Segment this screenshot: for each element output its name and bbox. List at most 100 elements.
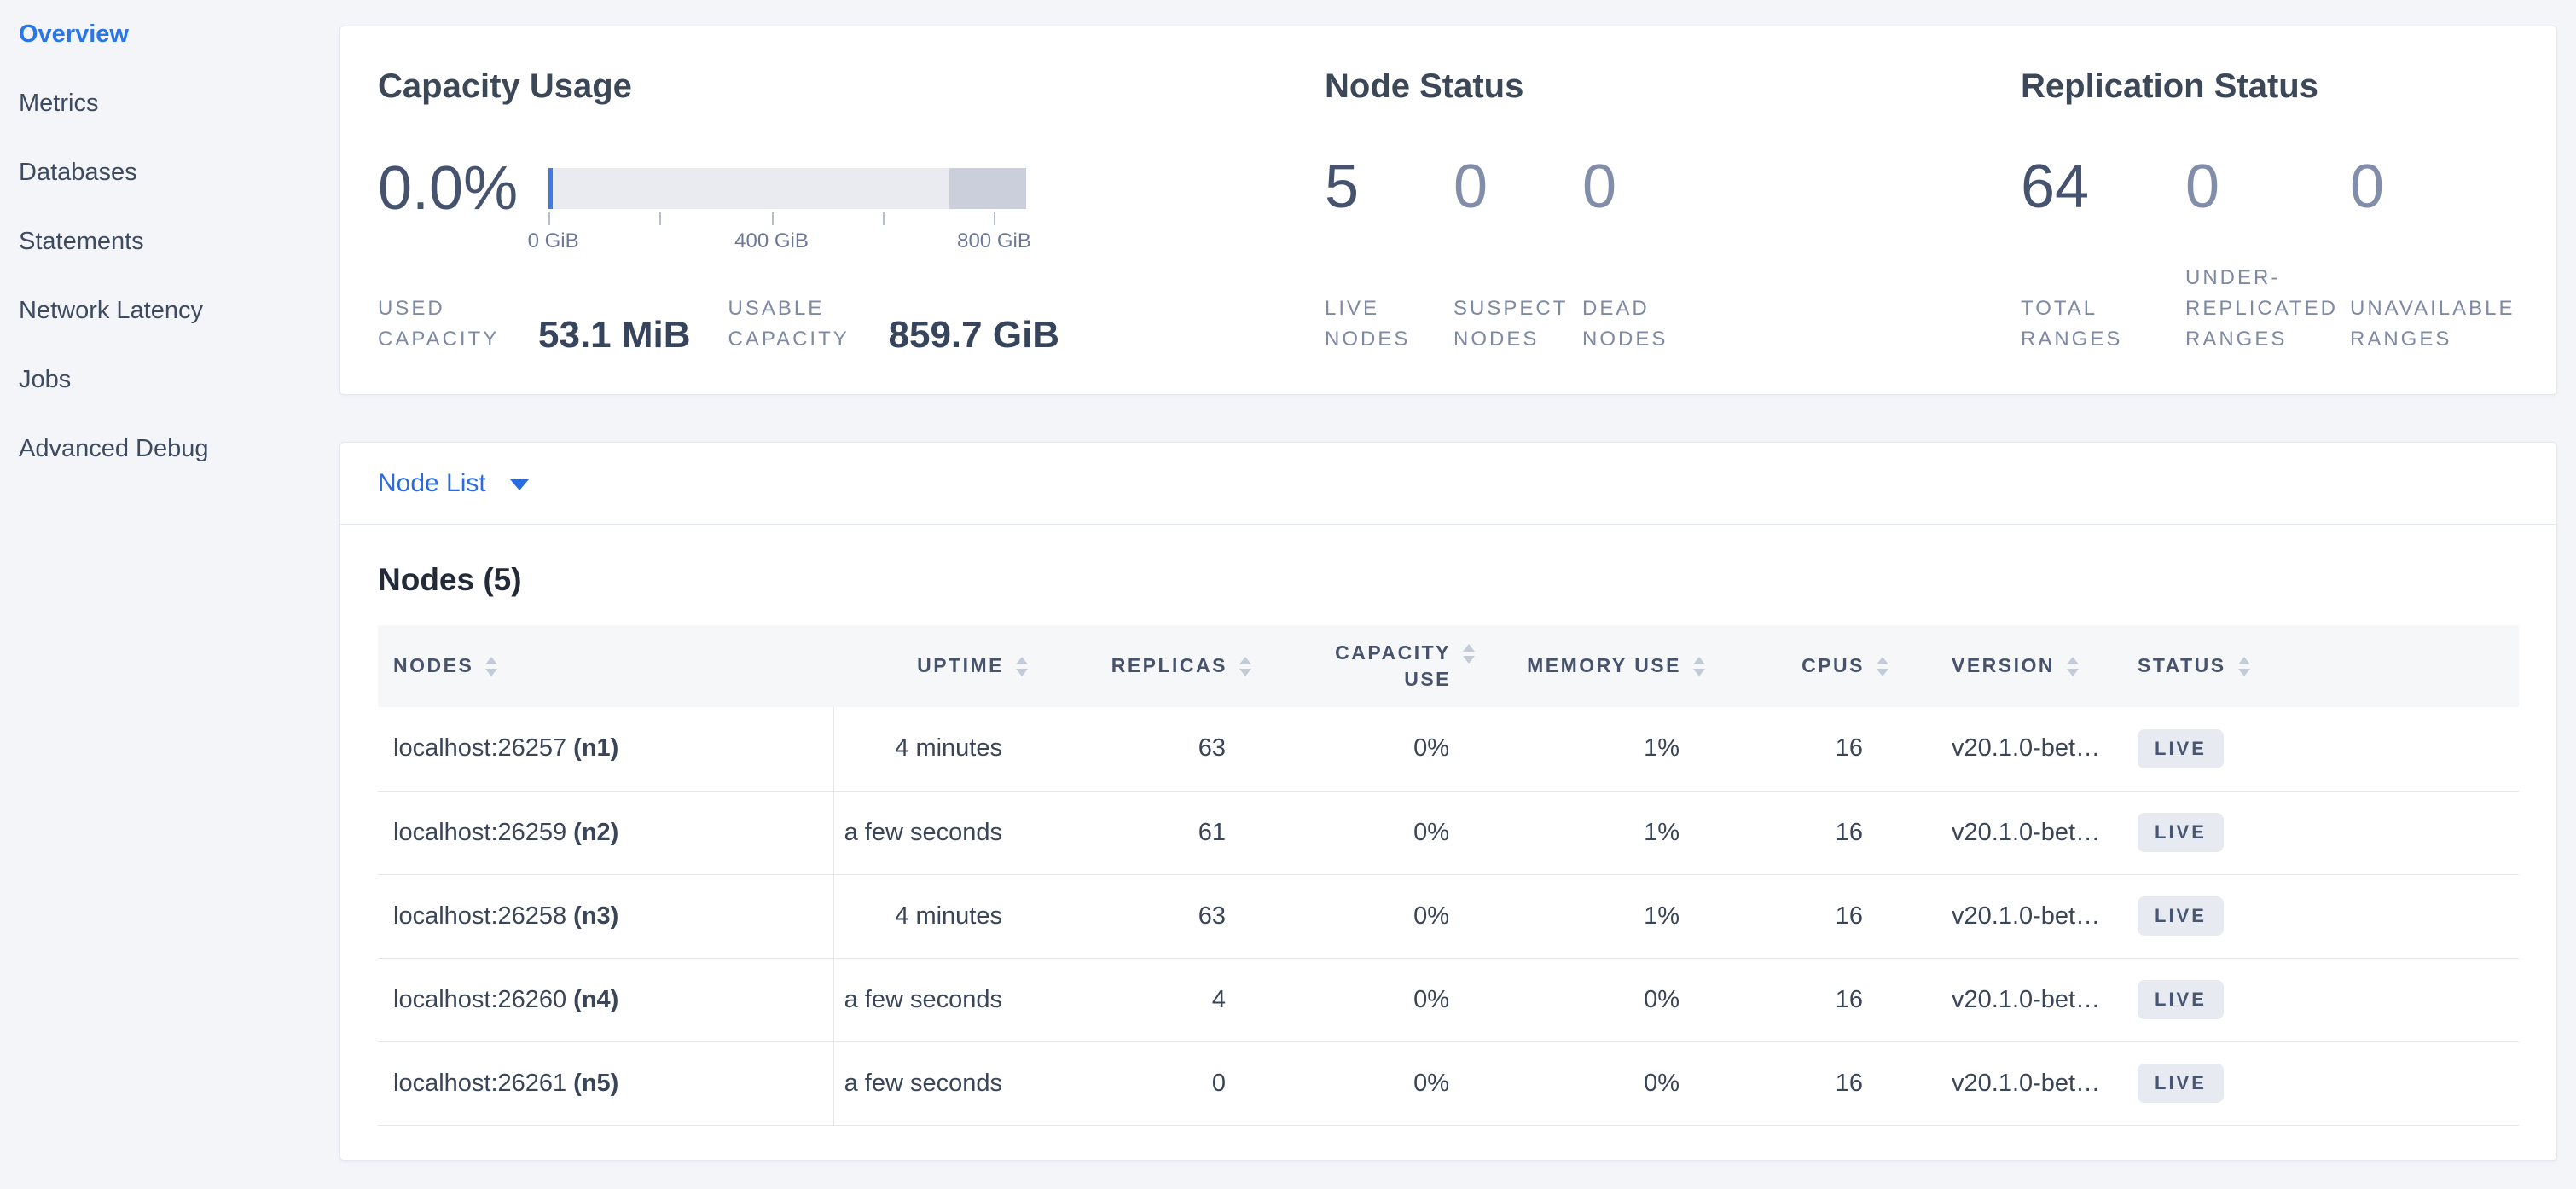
axis-tick-label: 400 GiB [734,229,809,253]
cluster-summary-card: Capacity Usage 0.0% [339,26,2557,395]
node-status-section: Node Status 5 LIVE NODES 0 SUSPECT NODES… [1325,66,2021,355]
suspect-nodes-value: 0 [1453,156,1574,218]
axis-tick [659,212,661,225]
table-row[interactable]: localhost:26261(n5) a few seconds 0 0% 0… [378,1041,2519,1125]
capacity-bar-track [548,168,1026,209]
node-id: (n4) [573,986,618,1013]
capacity-usage-title: Capacity Usage [378,66,1325,107]
sidebar-item-jobs[interactable]: Jobs [0,345,338,415]
node-id: (n5) [573,1070,618,1097]
sort-icon [1877,657,1888,676]
under-replicated-ranges-value: 0 [2185,156,2344,218]
capacity-usage-section: Capacity Usage 0.0% [378,66,1325,355]
replication-status-title: Replication Status [2021,66,2519,107]
node-id: (n2) [573,819,618,846]
node-address-link[interactable]: localhost:26260 [393,986,566,1013]
capacity-use-cell: 0% [1251,707,1475,791]
under-replicated-ranges-label: UNDER-REPLICATED RANGES [2185,263,2344,355]
sidebar-item-overview[interactable]: Overview [0,0,338,69]
sidebar-item-statements[interactable]: Statements [0,207,338,276]
node-address-link[interactable]: localhost:26258 [393,902,566,930]
sidebar: Overview Metrics Databases Statements Ne… [0,0,338,1189]
axis-tick-label: 0 GiB [528,229,579,253]
table-row[interactable]: localhost:26258(n3) 4 minutes 63 0% 1% 1… [378,874,2519,958]
axis-tick [772,212,774,225]
status-badge: LIVE [2138,1064,2224,1103]
column-header-cpus[interactable]: CPUS [1705,625,1888,707]
column-header-status[interactable]: STATUS [2138,625,2519,707]
table-row[interactable]: localhost:26260 (n4) a few seconds 4 0% 0… [378,958,2519,1041]
uptime-cell: a few seconds [833,791,1028,874]
sort-icon [485,657,497,676]
sort-icon [2067,657,2079,676]
replicas-cell: 63 [1028,707,1251,791]
sidebar-item-advanced-debug[interactable]: Advanced Debug [0,415,338,484]
status-badge: LIVE [2138,896,2224,936]
suspect-nodes-label: SUSPECT NODES [1453,293,1574,355]
used-capacity-value: 53.1 MiB [538,316,691,355]
version-cell: v20.1.0-bet… [1888,1041,2138,1125]
version-cell: v20.1.0-bet… [1888,707,2138,791]
axis-tick [994,212,995,225]
column-header-replicas[interactable]: REPLICAS [1028,625,1251,707]
nodes-table: NODES UPTIME REPLICAS CAPACITY USE MEMOR… [378,625,2519,1126]
cpus-cell: 16 [1705,791,1888,874]
sort-icon [1239,657,1251,676]
dead-nodes-label: DEAD NODES [1582,293,1703,355]
column-header-version[interactable]: VERSION [1888,625,2138,707]
capacity-use-cell: 0% [1251,1041,1475,1125]
status-badge: LIVE [2138,813,2224,852]
sort-icon [1463,644,1475,664]
uptime-cell: 4 minutes [833,874,1028,958]
node-address-link[interactable]: localhost:26261 [393,1070,566,1097]
axis-tick [883,212,885,225]
node-address-link[interactable]: localhost:26259 [393,819,566,846]
capacity-bar-chart: 0 GiB 400 GiB 800 GiB [548,156,1026,221]
unavailable-ranges-label: UNAVAILABLE RANGES [2350,293,2509,355]
column-header-capacity-use[interactable]: CAPACITY USE [1251,625,1475,707]
usable-capacity-stat: USABLE CAPACITY 859.7 GiB [728,293,1060,355]
capacity-use-cell: 0% [1251,958,1475,1041]
sidebar-item-databases[interactable]: Databases [0,138,338,207]
node-id: (n3) [573,902,618,930]
cluster-overview-page: Overview Metrics Databases Statements Ne… [0,0,2576,1189]
unavailable-ranges-stat: 0 UNAVAILABLE RANGES [2350,156,2509,355]
node-address-link[interactable]: localhost:26257 [393,734,566,762]
cpus-cell: 16 [1705,707,1888,791]
cpus-cell: 16 [1705,874,1888,958]
live-nodes-value: 5 [1325,156,1445,218]
dead-nodes-value: 0 [1582,156,1703,218]
total-ranges-value: 64 [2021,156,2179,218]
table-row[interactable]: localhost:26259(n2) a few seconds 61 0% … [378,791,2519,874]
sidebar-item-metrics[interactable]: Metrics [0,69,338,138]
version-cell: v20.1.0-bet… [1888,958,2138,1041]
replicas-cell: 4 [1028,958,1251,1041]
table-row[interactable]: localhost:26257(n1) 4 minutes 63 0% 1% 1… [378,707,2519,791]
cpus-cell: 16 [1705,958,1888,1041]
status-badge: LIVE [2138,980,2224,1019]
memory-use-cell: 0% [1475,958,1705,1041]
column-header-uptime[interactable]: UPTIME [833,625,1028,707]
usable-capacity-label: USABLE CAPACITY [728,293,868,355]
suspect-nodes-stat: 0 SUSPECT NODES [1453,156,1574,355]
usable-capacity-value: 859.7 GiB [889,316,1060,355]
axis-tick [548,212,550,225]
axis-tick-label: 800 GiB [957,229,1031,253]
replicas-cell: 0 [1028,1041,1251,1125]
main-content: Capacity Usage 0.0% [339,0,2557,1161]
memory-use-cell: 1% [1475,791,1705,874]
node-list-dropdown[interactable]: Node List [340,443,2556,525]
memory-use-cell: 1% [1475,874,1705,958]
capacity-bar-used-segment [548,168,553,209]
column-header-nodes[interactable]: NODES [378,625,833,707]
node-list-card: Node List Nodes (5) NODES UPTIME REPLICA… [339,442,2557,1161]
uptime-cell: a few seconds [833,958,1028,1041]
sort-icon [2238,657,2250,676]
total-ranges-stat: 64 TOTAL RANGES [2021,156,2179,355]
column-header-memory-use[interactable]: MEMORY USE [1475,625,1705,707]
unavailable-ranges-value: 0 [2350,156,2509,218]
capacity-use-cell: 0% [1251,791,1475,874]
dead-nodes-stat: 0 DEAD NODES [1582,156,1703,355]
replicas-cell: 61 [1028,791,1251,874]
sidebar-item-network-latency[interactable]: Network Latency [0,276,338,345]
